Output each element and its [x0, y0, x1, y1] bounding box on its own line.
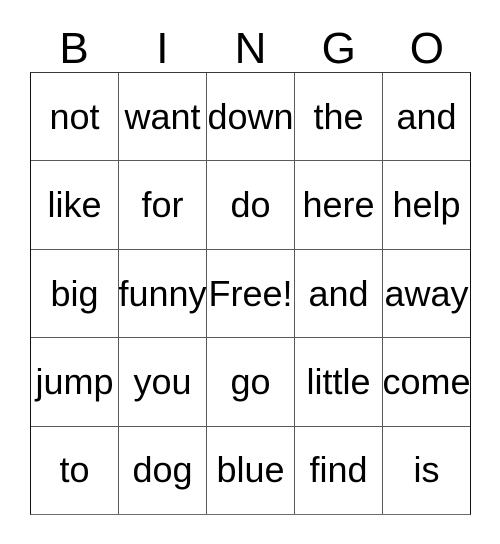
bingo-cell-label: do: [230, 184, 271, 226]
bingo-cell-label: you: [133, 360, 192, 402]
bingo-cell-o3[interactable]: away: [382, 249, 470, 338]
bingo-free-space-label: Free!: [208, 272, 293, 314]
bingo-grid: not want down the and like for do here h…: [30, 72, 471, 515]
bingo-cell-label: here: [302, 184, 375, 226]
bingo-header-letter-b: B: [59, 24, 89, 73]
bingo-cell-b1[interactable]: not: [31, 73, 118, 160]
bingo-cell-label: and: [396, 95, 457, 137]
bingo-cell-label: and: [308, 272, 369, 314]
bingo-cell-b2[interactable]: like: [31, 161, 118, 248]
bingo-cell-i5[interactable]: dog: [118, 426, 206, 515]
bingo-header-letter-n: N: [234, 24, 267, 73]
bingo-cell-n5[interactable]: blue: [206, 426, 294, 515]
bingo-cell-label: little: [306, 360, 371, 402]
bingo-header-row: B I N G O: [30, 12, 471, 72]
bingo-cell-free-space[interactable]: Free!: [206, 249, 294, 338]
bingo-cell-n1[interactable]: down: [206, 73, 294, 161]
bingo-cell-label: come: [382, 360, 471, 402]
bingo-cell-label: down: [207, 95, 294, 137]
bingo-card: B I N G O not want down the and like for…: [0, 0, 500, 544]
bingo-cell-g3[interactable]: and: [294, 249, 382, 338]
bingo-cell-label: the: [313, 95, 364, 137]
bingo-cell-label: is: [413, 449, 440, 491]
bingo-cell-b5[interactable]: to: [31, 427, 118, 514]
bingo-cell-label: help: [392, 184, 461, 226]
bingo-cell-o1[interactable]: and: [382, 73, 470, 161]
bingo-cell-i2[interactable]: for: [118, 161, 206, 249]
bingo-cell-label: funny: [118, 272, 207, 314]
bingo-cell-label: like: [47, 184, 102, 226]
bingo-cell-label: dog: [132, 449, 193, 491]
bingo-header-letter-o: O: [409, 24, 445, 73]
bingo-cell-g5[interactable]: find: [294, 426, 382, 515]
bingo-cell-label: away: [384, 272, 469, 314]
bingo-cell-label: not: [49, 95, 100, 137]
bingo-row-2: like for do here help: [31, 160, 470, 249]
bingo-cell-i1[interactable]: want: [118, 73, 206, 161]
bingo-header-letter-g: G: [321, 24, 356, 73]
bingo-cell-o4[interactable]: come: [382, 338, 471, 426]
bingo-cell-label: want: [124, 95, 201, 137]
bingo-cell-o2[interactable]: help: [382, 161, 470, 249]
bingo-row-4: jump you go little come: [31, 337, 471, 426]
bingo-cell-g2[interactable]: here: [294, 161, 382, 249]
bingo-row-5: to dog blue find is: [31, 425, 470, 515]
bingo-cell-g1[interactable]: the: [294, 73, 382, 161]
bingo-cell-label: find: [309, 449, 368, 491]
bingo-row-3: big funny Free! and away: [31, 248, 470, 338]
bingo-header-letter-i: I: [156, 24, 169, 73]
bingo-cell-label: jump: [35, 360, 114, 402]
bingo-cell-g4[interactable]: little: [294, 338, 382, 426]
bingo-cell-i3[interactable]: funny: [118, 249, 207, 338]
bingo-row-1: not want down the and: [31, 73, 470, 161]
bingo-cell-label: blue: [216, 449, 285, 491]
bingo-cell-o5[interactable]: is: [382, 426, 470, 515]
bingo-cell-label: for: [141, 184, 184, 226]
bingo-cell-label: go: [230, 360, 271, 402]
bingo-cell-n2[interactable]: do: [206, 161, 294, 249]
bingo-cell-n4[interactable]: go: [206, 338, 294, 426]
bingo-cell-i4[interactable]: you: [118, 338, 206, 426]
bingo-cell-label: big: [50, 272, 99, 314]
bingo-cell-b3[interactable]: big: [31, 250, 118, 337]
bingo-cell-b4[interactable]: jump: [31, 338, 118, 425]
bingo-cell-label: to: [59, 449, 90, 491]
